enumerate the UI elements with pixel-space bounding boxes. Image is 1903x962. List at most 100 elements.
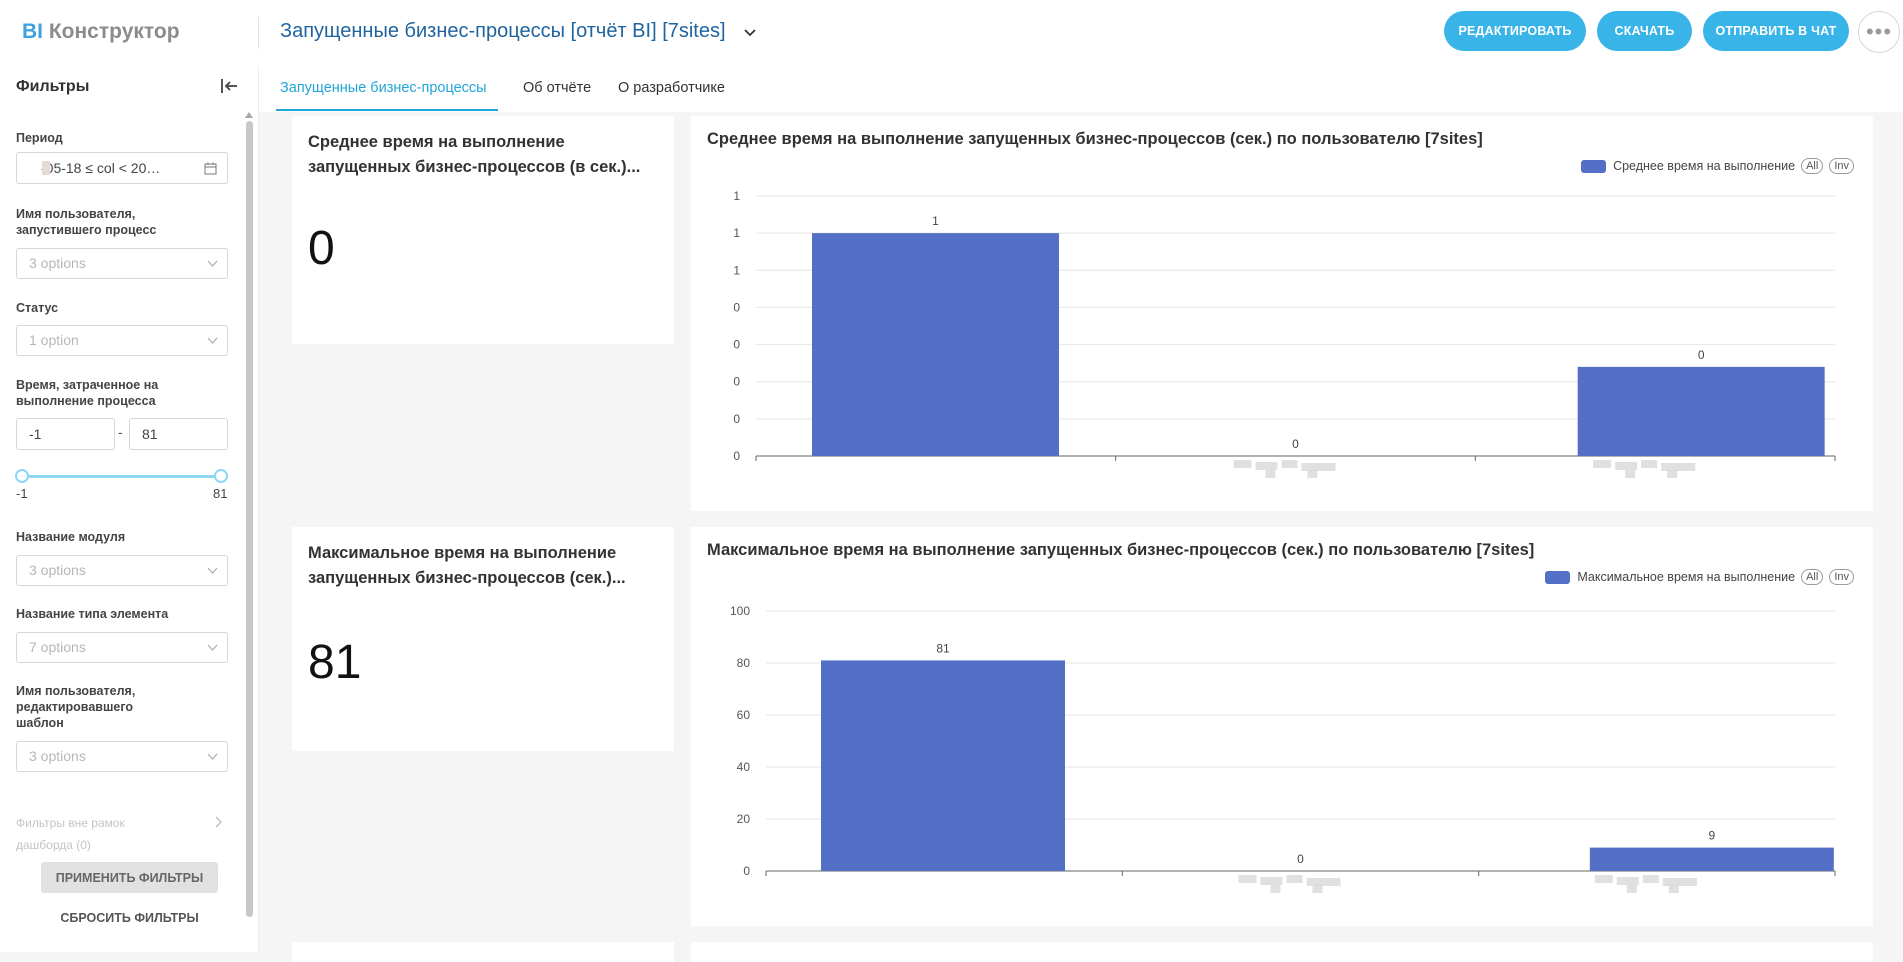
time-min-input[interactable]: -1 [16, 418, 115, 450]
dashboard-tabs: Запущенные бизнес-процессы Об отчёте О р… [259, 66, 1903, 112]
download-button[interactable]: СКАЧАТЬ [1597, 11, 1692, 51]
bar-data-label: 81 [936, 641, 950, 655]
header-divider [258, 17, 259, 49]
redacted-block [1312, 885, 1323, 893]
chevron-down-icon [207, 260, 218, 267]
tab-about-developer[interactable]: О разработчике [618, 80, 725, 96]
filters-sidebar: Фильтры Период -05-18 ≤ col < 20… Имя по… [0, 66, 258, 952]
bar [1589, 847, 1834, 871]
user-started-label: Имя пользователя, запустившего процесс [16, 207, 157, 237]
redacted-block [1594, 875, 1613, 883]
y-tick-label: 40 [737, 760, 751, 774]
module-value: 3 options [29, 562, 86, 578]
y-tick-label: 100 [730, 604, 750, 618]
max-time-bar-chart: 0 20 40 60 80 100 81 0 9 [730, 604, 1836, 893]
element-type-value: 7 options [29, 639, 86, 655]
module-select[interactable]: 3 options [16, 555, 228, 586]
status-label: Статус [16, 301, 59, 315]
redacted-block [1593, 460, 1612, 468]
redacted-block [1306, 878, 1341, 886]
redacted-block [1642, 875, 1659, 883]
user-started-select[interactable]: 3 options [16, 248, 228, 279]
redacted-block [1265, 470, 1276, 478]
send-to-chat-button[interactable]: ОТПРАВИТЬ В ЧАТ [1703, 11, 1849, 51]
next-big-number-card [292, 942, 674, 962]
status-select[interactable]: 1 option [16, 325, 228, 356]
redacted-block [1641, 460, 1658, 468]
redacted-text [42, 161, 50, 175]
collapse-sidebar-icon[interactable] [219, 76, 239, 96]
user-started-value: 3 options [29, 255, 86, 271]
redacted-block [1625, 470, 1636, 478]
redacted-block [1668, 885, 1679, 893]
user-edited-select[interactable]: 3 options [16, 741, 228, 772]
redacted-category-label [1233, 460, 1336, 478]
time-range-slider[interactable] [22, 475, 221, 478]
active-tab-indicator [276, 109, 498, 111]
calendar-icon [204, 162, 217, 175]
next-chart-card [691, 942, 1873, 962]
module-label: Название модуля [16, 530, 126, 544]
y-tick-label: 1 [733, 189, 740, 203]
scroll-up-arrow[interactable] [245, 112, 253, 118]
chevron-down-icon [207, 567, 218, 574]
redacted-block [1238, 875, 1257, 883]
outside-filters-link[interactable]: Фильтры вне рамок дашборда (0) [16, 812, 156, 856]
logo-bi: BI [22, 20, 43, 43]
max-time-card-title: Максимальное время на выполнение запущен… [308, 544, 626, 587]
edit-button[interactable]: РЕДАКТИРОВАТЬ [1444, 11, 1586, 51]
redacted-block [1307, 470, 1318, 478]
y-tick-label: 0 [733, 375, 740, 389]
reset-filters-button[interactable]: СБРОСИТЬ ФИЛЬТРЫ [41, 904, 218, 932]
sidebar-divider [258, 66, 259, 952]
redacted-block [1255, 462, 1278, 470]
element-type-label: Название типа элемента [16, 607, 169, 621]
report-title[interactable]: Запущенные бизнес-процессы [отчёт BI] [7… [280, 20, 726, 43]
tab-about-report[interactable]: Об отчёте [523, 80, 591, 96]
period-date-field[interactable]: -05-18 ≤ col < 20… [16, 152, 228, 184]
slider-max-handle[interactable] [214, 469, 228, 483]
redacted-block [1281, 460, 1298, 468]
chevron-down-icon [207, 644, 218, 651]
time-spent-label: Время, затраченное на выполнение процесс… [16, 378, 159, 408]
redacted-category-label [1238, 875, 1341, 893]
y-tick-label: 0 [733, 338, 740, 352]
redacted-block [1286, 875, 1303, 883]
redacted-block [1233, 460, 1252, 468]
slider-min-handle[interactable] [15, 469, 29, 483]
y-tick-label: 1 [733, 263, 740, 277]
y-tick-label: 0 [733, 449, 740, 463]
tab-running-processes[interactable]: Запущенные бизнес-процессы [280, 80, 487, 96]
more-options-button[interactable]: ••• [1858, 11, 1900, 53]
y-tick-label: 1 [733, 226, 740, 240]
redacted-block [1662, 878, 1697, 886]
time-max-input[interactable]: 81 [129, 418, 228, 450]
period-value: -05-18 ≤ col < 20… [41, 160, 161, 176]
chevron-down-icon [207, 337, 218, 344]
user-edited-label: Имя пользователя, редактировавшего шабло… [16, 684, 136, 730]
range-separator: - [118, 424, 123, 440]
y-tick-label: 0 [733, 412, 740, 426]
apply-filters-button[interactable]: ПРИМЕНИТЬ ФИЛЬТРЫ [41, 862, 218, 893]
sidebar-scrollbar[interactable] [246, 121, 253, 917]
avg-time-card-title: Среднее время на выполнение запущенных б… [308, 133, 641, 176]
chevron-right-icon[interactable] [213, 816, 223, 828]
max-time-chart-card: Максимальное время на выполнение запущен… [691, 527, 1873, 926]
bar [1577, 366, 1825, 456]
logo-brand: Конструктор [48, 20, 180, 43]
avg-time-value: 0 [308, 222, 335, 275]
max-time-big-number-card: Максимальное время на выполнение запущен… [292, 527, 674, 751]
element-type-select[interactable]: 7 options [16, 632, 228, 663]
redacted-block [1615, 462, 1638, 470]
bar [821, 660, 1065, 871]
app-logo[interactable]: BI Конструктор [22, 20, 180, 44]
redacted-block [1661, 463, 1696, 471]
redacted-block [1667, 470, 1678, 478]
bar [812, 233, 1059, 456]
y-tick-label: 60 [737, 708, 751, 722]
bar-data-label: 9 [1708, 829, 1715, 843]
app-header: BI Конструктор Запущенные бизнес-процесс… [0, 0, 1903, 66]
chevron-down-icon[interactable] [742, 24, 758, 40]
avg-time-big-number-card: Среднее время на выполнение запущенных б… [292, 116, 674, 344]
slider-min-label: -1 [16, 486, 28, 501]
